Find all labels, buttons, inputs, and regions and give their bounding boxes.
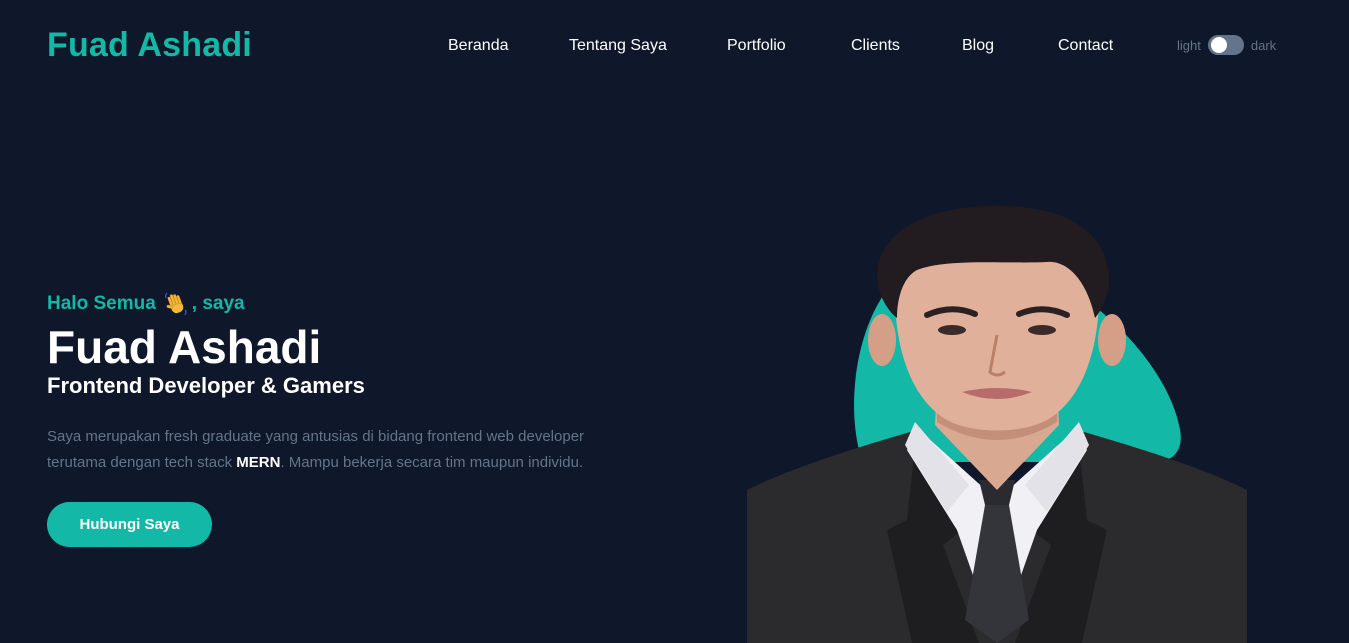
nav-item-contact[interactable]: Contact: [1058, 36, 1113, 56]
contact-me-button[interactable]: Hubungi Saya: [47, 502, 212, 547]
profile-photo-icon: [747, 205, 1247, 643]
hero-name: Fuad Ashadi: [47, 321, 322, 373]
theme-switcher: light dark: [1177, 34, 1276, 56]
hero-description: Saya merupakan fresh graduate yang antus…: [47, 424, 647, 476]
hero-greeting: Halo Semua , saya: [47, 292, 245, 316]
nav-item-beranda[interactable]: Beranda: [448, 36, 509, 56]
description-emphasis: MERN: [236, 454, 281, 471]
nav-item-portfolio[interactable]: Portfolio: [727, 36, 786, 56]
brand-logo[interactable]: Fuad Ashadi: [47, 26, 252, 65]
description-text-end: . Mampu bekerja secara tim maupun indivi…: [280, 454, 584, 471]
description-line-2: terutama dengan tech stack MERN. Mampu b…: [47, 450, 647, 476]
greeting-prefix: Halo Semua: [47, 293, 156, 314]
theme-light-label: light: [1177, 37, 1201, 53]
waving-hand-icon: [164, 292, 187, 316]
description-line-1: Saya merupakan fresh graduate yang antus…: [47, 428, 585, 445]
dark-mode-toggle[interactable]: [1207, 35, 1244, 55]
description-text: terutama dengan tech stack: [47, 454, 237, 471]
nav-item-blog[interactable]: Blog: [962, 36, 994, 56]
nav-item-clients[interactable]: Clients: [851, 36, 900, 56]
theme-dark-label: dark: [1250, 37, 1277, 53]
page: Fuad Ashadi Beranda Tentang Saya Portfol…: [0, 0, 1349, 643]
toggle-knob: [1210, 37, 1227, 53]
hero-role: Frontend Developer & Gamers: [47, 373, 365, 398]
greeting-suffix: , saya: [191, 293, 245, 314]
nav-item-tentang-saya[interactable]: Tentang Saya: [569, 36, 667, 56]
